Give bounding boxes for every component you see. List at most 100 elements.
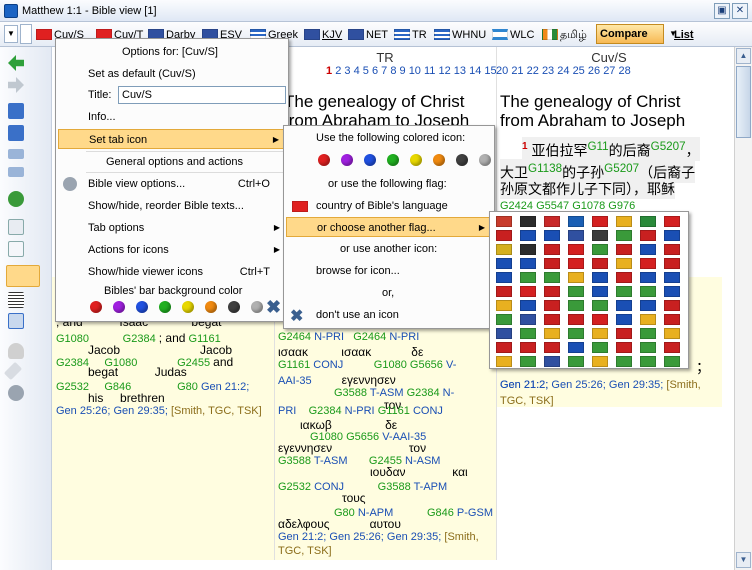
flag-option[interactable] <box>616 216 632 227</box>
browse-icon-item[interactable]: browse for icon... <box>316 261 400 281</box>
flag-option[interactable] <box>592 244 608 255</box>
flag-option[interactable] <box>520 300 536 311</box>
flag-option[interactable] <box>640 286 656 297</box>
flag-option[interactable] <box>616 328 632 339</box>
flag-option[interactable] <box>568 342 584 353</box>
flag-option[interactable] <box>496 272 512 283</box>
purple-icon-swatch[interactable] <box>341 154 353 166</box>
tabbar-dropdown[interactable]: ▼ <box>4 25 18 43</box>
choose-another-flag-item[interactable]: or choose another flag... ▶ <box>286 217 492 237</box>
flag-option[interactable] <box>592 258 608 269</box>
black-color-swatch[interactable] <box>228 301 240 313</box>
flag-option[interactable] <box>544 216 560 227</box>
scroll-down-button[interactable]: ▼ <box>736 552 751 568</box>
flag-option[interactable] <box>640 258 656 269</box>
flag-option[interactable] <box>496 328 512 339</box>
flag-option[interactable] <box>544 272 560 283</box>
tab-net[interactable]: NET <box>348 27 388 43</box>
flag-option[interactable] <box>592 300 608 311</box>
flag-option[interactable] <box>544 342 560 353</box>
previous-book-icon[interactable] <box>8 103 24 119</box>
flag-option[interactable] <box>664 286 680 297</box>
flag-option[interactable] <box>592 230 608 241</box>
windows-icon[interactable] <box>8 313 24 329</box>
flag-option[interactable] <box>616 244 632 255</box>
black-icon-swatch[interactable] <box>456 154 468 166</box>
flag-option[interactable] <box>640 356 656 367</box>
flag-option[interactable] <box>568 286 584 297</box>
flag-option[interactable] <box>544 356 560 367</box>
flag-option[interactable] <box>496 356 512 367</box>
flag-option[interactable] <box>496 244 512 255</box>
flag-option[interactable] <box>592 356 608 367</box>
cuv-verse-links[interactable]: 20 21 22 23 24 25 26 27 28 <box>496 64 631 78</box>
pin-icon[interactable] <box>3 361 23 381</box>
strong-number[interactable]: G5207 <box>651 140 686 153</box>
parallel-view-icon[interactable] <box>6 265 40 287</box>
flag-option[interactable] <box>664 300 680 311</box>
flag-option[interactable] <box>568 244 584 255</box>
flag-option[interactable] <box>664 356 680 367</box>
flag-option[interactable] <box>520 258 536 269</box>
blue-icon-swatch[interactable] <box>364 154 376 166</box>
flag-option[interactable] <box>568 328 584 339</box>
orange-color-swatch[interactable] <box>205 301 217 313</box>
purple-color-swatch[interactable] <box>113 301 125 313</box>
green-icon-swatch[interactable] <box>387 154 399 166</box>
back-arrow-icon[interactable] <box>8 55 24 71</box>
flag-option[interactable] <box>616 314 632 325</box>
green-color-swatch[interactable] <box>159 301 171 313</box>
strong-number[interactable]: G11 <box>587 140 608 153</box>
compare-button[interactable]: Compare ▼ <box>596 24 677 44</box>
flag-option[interactable] <box>568 300 584 311</box>
flag-option[interactable] <box>544 328 560 339</box>
flag-option[interactable] <box>616 286 632 297</box>
yellow-color-swatch[interactable] <box>182 301 194 313</box>
red-icon-swatch[interactable] <box>318 154 330 166</box>
source-note[interactable]: [Smith, <box>666 379 700 391</box>
gray-icon-swatch[interactable] <box>479 154 491 166</box>
previous-chapter-icon[interactable] <box>8 149 24 159</box>
country-flag-item[interactable]: country of Bible's language <box>316 196 448 216</box>
red-color-swatch[interactable] <box>90 301 102 313</box>
orange-icon-swatch[interactable] <box>433 154 445 166</box>
flag-option[interactable] <box>520 314 536 325</box>
flag-option[interactable] <box>664 244 680 255</box>
set-tab-icon-item[interactable]: Set tab icon ▶ <box>58 129 286 149</box>
cross-reference-link[interactable]: Gen 25:26; <box>551 379 605 391</box>
cross-reference-link[interactable]: Gen 29:35; <box>609 379 663 391</box>
flag-option[interactable] <box>664 216 680 227</box>
list-button[interactable]: List <box>674 29 694 41</box>
zoom-in-icon[interactable] <box>8 191 24 207</box>
flag-option[interactable] <box>592 328 608 339</box>
copy-icon[interactable] <box>8 219 24 235</box>
info-item[interactable]: Info... <box>88 107 116 127</box>
document-icon[interactable] <box>8 241 24 257</box>
flag-option[interactable] <box>544 300 560 311</box>
flag-option[interactable] <box>496 342 512 353</box>
tab-options-item[interactable]: Tab options ▶ <box>88 218 286 238</box>
flag-option[interactable] <box>640 342 656 353</box>
flag-option[interactable] <box>544 230 560 241</box>
flag-option[interactable] <box>520 244 536 255</box>
title-input[interactable]: Cuv/S <box>118 86 286 104</box>
scroll-thumb[interactable] <box>736 66 751 138</box>
flag-option[interactable] <box>568 314 584 325</box>
flag-option[interactable] <box>592 286 608 297</box>
flag-option[interactable] <box>544 258 560 269</box>
close-button[interactable]: ✕ <box>732 3 748 19</box>
flag-option[interactable] <box>568 216 584 227</box>
flag-option[interactable] <box>592 216 608 227</box>
flag-option[interactable] <box>520 356 536 367</box>
flag-option[interactable] <box>664 272 680 283</box>
remove-color-icon[interactable]: ✖ <box>266 297 281 318</box>
strong-number[interactable]: G5207 <box>604 162 639 175</box>
flag-option[interactable] <box>640 216 656 227</box>
next-book-icon[interactable] <box>8 125 24 141</box>
flag-option[interactable] <box>568 272 584 283</box>
flag-option[interactable] <box>568 258 584 269</box>
blue-color-swatch[interactable] <box>136 301 148 313</box>
tab-whnu[interactable]: WHNU <box>434 27 486 43</box>
tab-wlc[interactable]: WLC <box>492 27 534 43</box>
flag-option[interactable] <box>616 230 632 241</box>
